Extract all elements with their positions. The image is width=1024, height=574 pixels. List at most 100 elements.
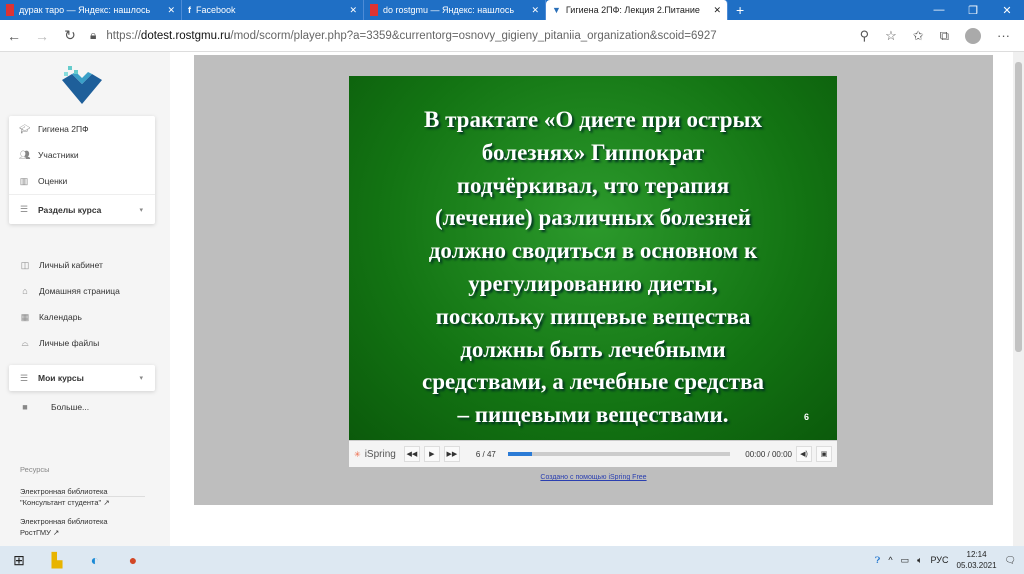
- resource-link-rostgmu[interactable]: Электронная библиотека РостГМУ ↗: [20, 516, 108, 538]
- back-button[interactable]: ←: [0, 28, 28, 44]
- sidebar: 🎓︎ Гигиена 2ПФ 👥︎ Участники ▥ Оценки ☰ Разде…: [0, 52, 170, 546]
- list-icon: ☰: [19, 204, 29, 214]
- slide-text-line: должно сводиться в основном к: [428, 238, 758, 264]
- external-link-icon: ↗: [53, 528, 60, 537]
- powerpoint-icon[interactable]: ●: [114, 552, 152, 568]
- files-icon: ⌓: [21, 337, 29, 348]
- slide-text-line: – пищевыми веществами.: [457, 402, 729, 428]
- url-input[interactable]: https://dotest.rostgmu.ru/mod/scorm/play…: [106, 30, 859, 42]
- zoom-icon[interactable]: ⚲: [860, 28, 870, 44]
- collections-icon[interactable]: ⧉: [940, 28, 949, 44]
- slide-text-line: средствами, а лечебные средства: [422, 369, 764, 395]
- external-link-icon: ↗: [103, 498, 110, 507]
- ispring-player-bar: ✳ iSpring ◀◀ ▶ ▶▶ 6 / 47 00:00 / 00:00 ◀…: [349, 440, 837, 467]
- lock-icon: 🔒︎: [90, 28, 97, 42]
- scorm-player-panel: В трактате «О диете при острых болезнях» …: [194, 55, 993, 505]
- add-favorite-icon[interactable]: ☆: [885, 28, 897, 44]
- list-icon: ☰: [19, 372, 29, 383]
- dashboard-icon: ◫: [20, 259, 30, 270]
- restore-button[interactable]: ❐: [956, 4, 990, 17]
- sidebar-item-sections[interactable]: ☰ Разделы курса ▾: [9, 194, 155, 224]
- tab-bar: дурак таро — Яндекс: нашлось ✕ f Facebook ✕…: [0, 0, 1024, 20]
- slide-text-line: болезнях» Гиппократ: [481, 139, 705, 165]
- presentation-slide: В трактате «О диете при острых болезнях» …: [349, 76, 837, 440]
- slide-text-line: поскольку пищевые вещества: [435, 303, 751, 329]
- progress-bar[interactable]: [507, 452, 730, 456]
- taskbar: ⊞ ▙ ◐ ● ❓︎ ^ ▭ 🔈︎ РУС 12:14 05.03.2021 🗨︎: [0, 546, 1024, 574]
- windows-start-icon[interactable]: ⊞: [0, 552, 38, 569]
- profile-avatar[interactable]: [965, 27, 981, 44]
- tab-facebook[interactable]: f Facebook ✕: [182, 0, 364, 20]
- sidebar-item-grades[interactable]: ▥ Оценки: [9, 168, 155, 194]
- ispring-logo: iSpring: [364, 448, 396, 460]
- clock[interactable]: 12:14 05.03.2021: [957, 549, 997, 571]
- slide-text-line: должны быть лечебными: [460, 336, 726, 362]
- folder-icon: ■: [22, 402, 28, 412]
- play-button[interactable]: ▶: [423, 446, 440, 462]
- resource-link-consultant[interactable]: Электронная библиотека "Консультант студе…: [20, 486, 110, 508]
- sidebar-item-dashboard[interactable]: ◫ Личный кабинет: [10, 252, 160, 278]
- close-tab-icon[interactable]: ✕: [531, 5, 539, 16]
- slide-text-line: В трактате «О диете при острых: [423, 107, 763, 132]
- battery-icon[interactable]: ▭: [901, 555, 910, 566]
- site-logo: [62, 66, 102, 104]
- grades-icon: ▥: [19, 175, 29, 186]
- sidebar-item-home[interactable]: ⌂ Домашняя страница: [10, 278, 160, 304]
- tab-yandex-rostgmu[interactable]: do rostgmu — Яндекс: нашлось ✕: [364, 0, 546, 20]
- sidebar-item-files[interactable]: ⌓ Личные файлы: [10, 330, 160, 356]
- tab-active-lecture[interactable]: ▼ Гигиена 2ПФ: Лекция 2.Питание ✕: [546, 0, 728, 20]
- close-tab-icon[interactable]: ✕: [713, 5, 721, 16]
- volume-icon[interactable]: 🔈︎: [917, 555, 922, 566]
- sidebar-item-participants[interactable]: 👥︎ Участники: [9, 142, 155, 168]
- refresh-button[interactable]: ↻: [56, 27, 84, 44]
- chevron-down-icon: ▾: [139, 375, 143, 382]
- next-slide-button[interactable]: ▶▶: [443, 446, 460, 462]
- yandex-icon: [6, 4, 14, 16]
- site-logo-icon: ▼: [552, 5, 561, 15]
- scrollbar[interactable]: [1013, 52, 1024, 546]
- favorites-icon[interactable]: ✩: [913, 28, 924, 44]
- close-tab-icon[interactable]: ✕: [167, 5, 175, 16]
- language-indicator[interactable]: РУС: [930, 555, 948, 565]
- tab-yandex-tarot[interactable]: дурак таро — Яндекс: нашлось ✕: [0, 0, 182, 20]
- time-display: 00:00 / 00:00: [745, 449, 792, 459]
- home-icon: ⌂: [22, 286, 28, 296]
- calendar-icon: ▦: [20, 311, 30, 322]
- minimize-button[interactable]: —: [922, 4, 956, 17]
- scrollbar-thumb[interactable]: [1015, 62, 1022, 352]
- progress-fill: [507, 452, 533, 456]
- sidebar-item-more[interactable]: ■ Больше...: [10, 394, 89, 420]
- close-window-button[interactable]: ✕: [990, 4, 1024, 17]
- volume-button[interactable]: ◀): [796, 446, 812, 462]
- course-menu: 🎓︎ Гигиена 2ПФ 👥︎ Участники ▥ Оценки ☰ Разде…: [9, 116, 155, 224]
- slide-text-line: урегулированию диеты,: [468, 270, 718, 296]
- slide-text: В трактате «О диете при острых болезнях» …: [349, 104, 837, 432]
- help-icon[interactable]: ❓︎: [875, 555, 880, 566]
- yandex-icon: [370, 4, 378, 16]
- users-icon: 👥︎: [19, 149, 31, 160]
- sidebar-item-course[interactable]: 🎓︎ Гигиена 2ПФ: [9, 116, 155, 142]
- more-menu-icon[interactable]: ···: [997, 28, 1010, 44]
- previous-slide-button[interactable]: ◀◀: [403, 446, 420, 462]
- sidebar-item-calendar[interactable]: ▦ Календарь: [10, 304, 160, 330]
- slide-number: 6: [803, 412, 809, 422]
- ispring-credit-link[interactable]: Создано с помощью iSpring Free: [194, 474, 993, 481]
- close-tab-icon[interactable]: ✕: [349, 5, 357, 16]
- ispring-logo-icon: ✳: [354, 449, 361, 459]
- resources-heading: Ресурсы: [20, 465, 50, 474]
- new-tab-button[interactable]: +: [728, 2, 752, 18]
- notifications-icon[interactable]: 🗨︎: [1005, 555, 1016, 566]
- chevron-down-icon: ▾: [139, 206, 143, 214]
- sidebar-item-my-courses[interactable]: ☰ Мои курсы ▾: [9, 365, 155, 391]
- my-courses-menu[interactable]: ☰ Мои курсы ▾: [9, 365, 155, 391]
- edge-icon[interactable]: ◐: [76, 552, 114, 568]
- fullscreen-button[interactable]: ▣: [816, 446, 832, 462]
- slide-counter: 6 / 47: [475, 449, 496, 459]
- slide-text-line: (лечение) различных болезней: [434, 205, 752, 231]
- file-explorer-icon[interactable]: ▙: [38, 552, 76, 569]
- show-hidden-icons[interactable]: ^: [888, 555, 892, 565]
- slide-text-line: подчёркивал, что терапия: [456, 172, 730, 198]
- forward-button[interactable]: →: [28, 28, 56, 44]
- address-bar: ← → ↻ 🔒︎ https://dotest.rostgmu.ru/mod/s…: [0, 20, 1024, 52]
- graduation-cap-icon: 🎓︎: [19, 123, 31, 134]
